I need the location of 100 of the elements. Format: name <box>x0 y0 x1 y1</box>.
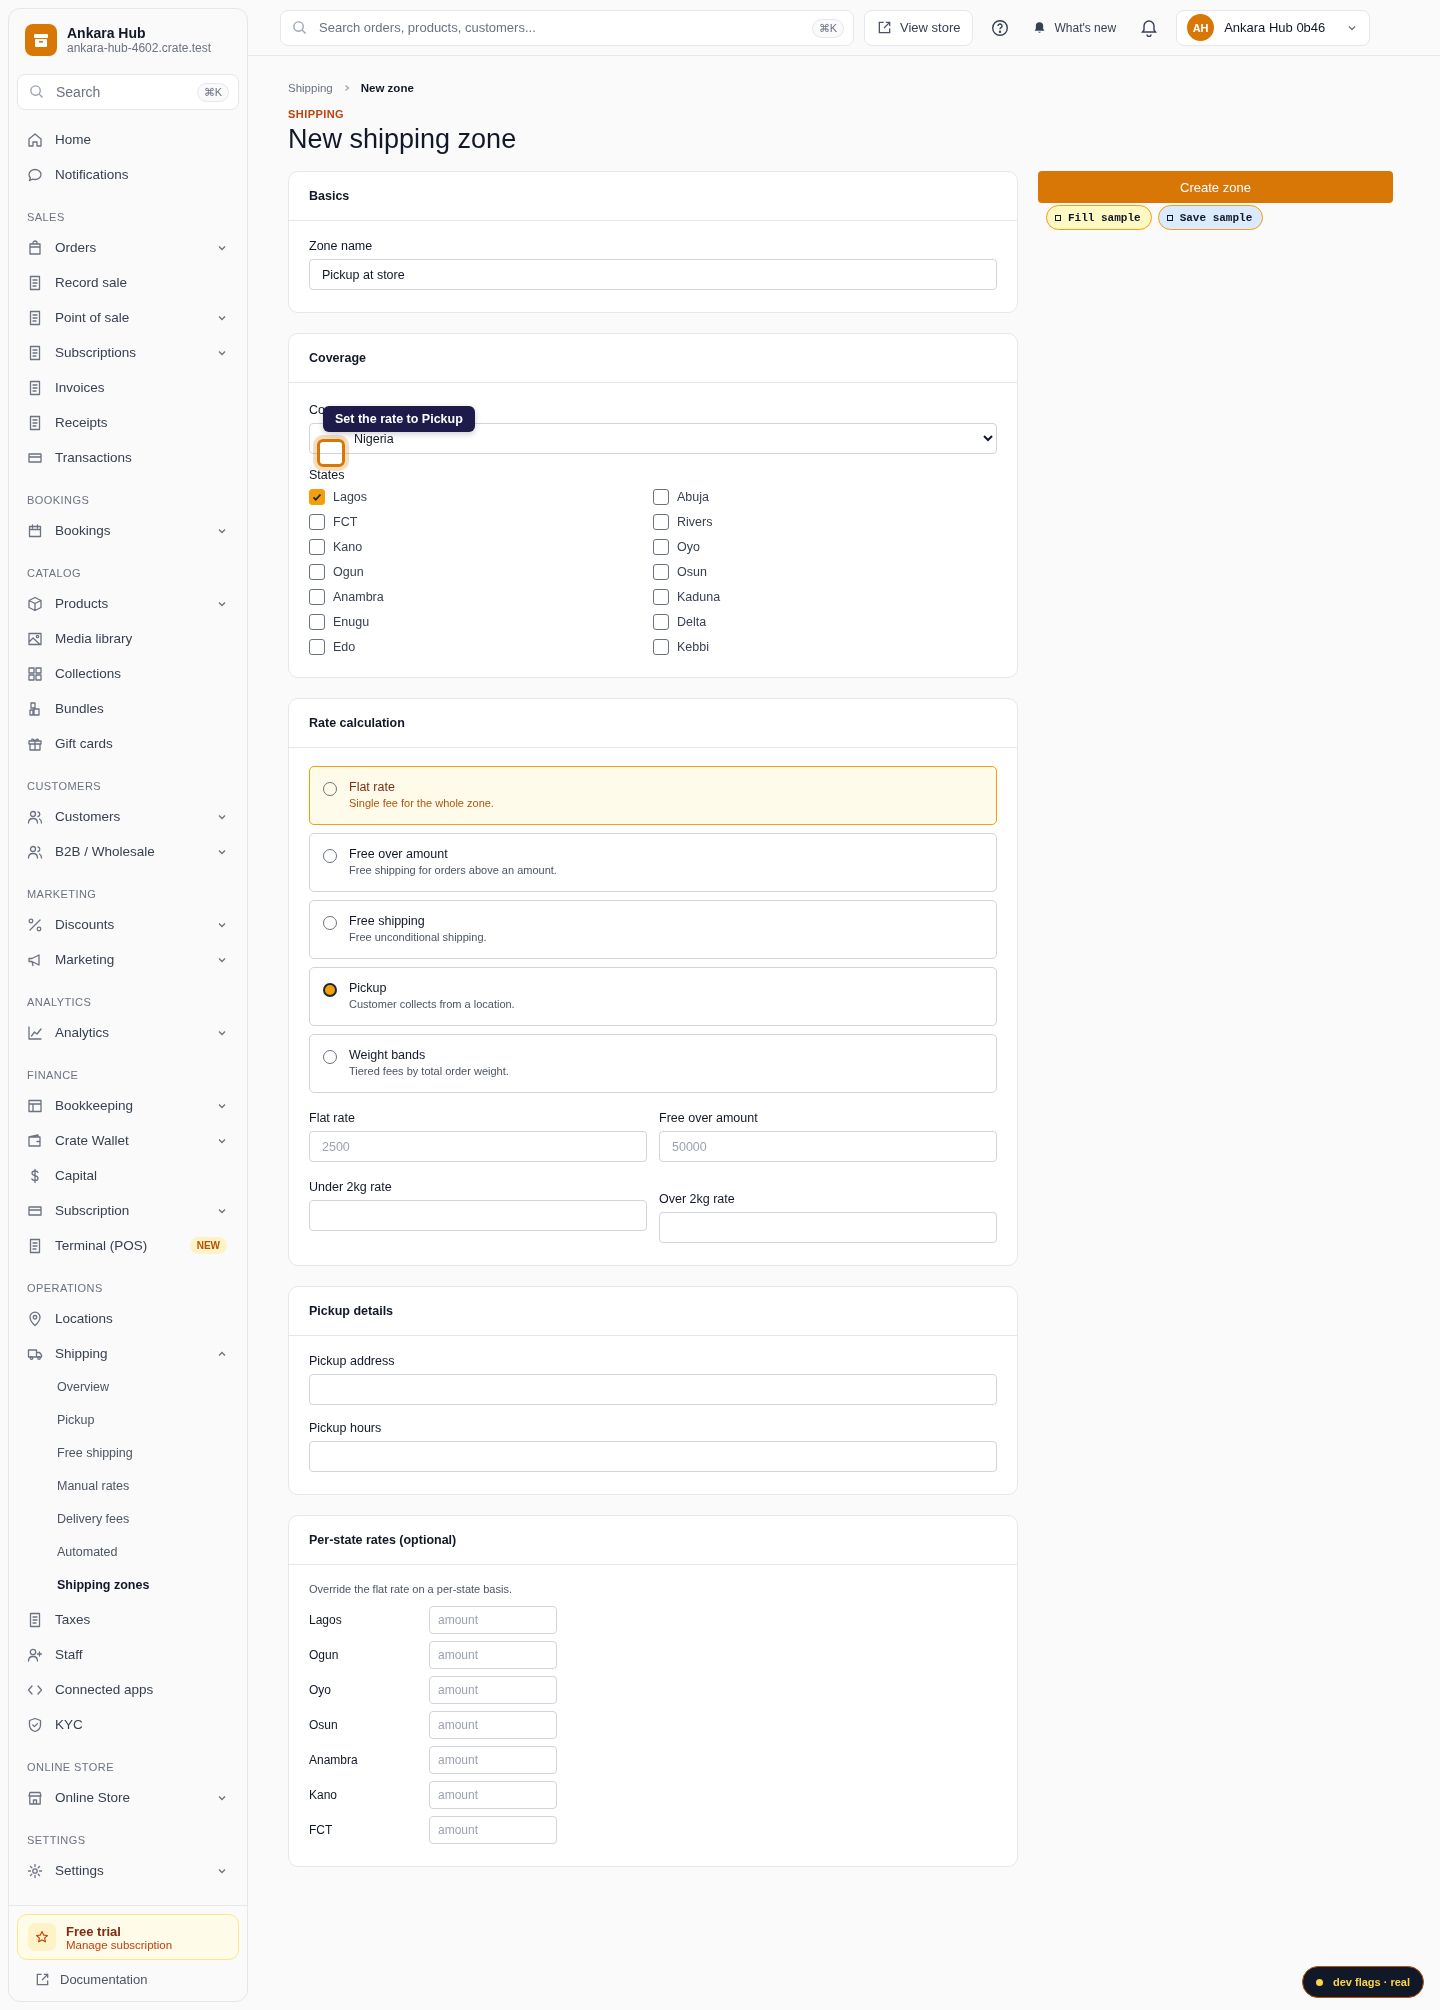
store-domain: ankara-hub-4602.crate.test <box>67 41 212 55</box>
nav-item[interactable]: Home <box>17 122 239 157</box>
nav-item[interactable]: Connected apps <box>17 1672 239 1707</box>
nav-item[interactable]: Collections <box>17 656 239 691</box>
chevron-icon <box>342 84 351 92</box>
page-title: New shipping zone <box>288 124 518 155</box>
view-store-button[interactable]: View store <box>864 9 974 46</box>
nav-item[interactable]: Receipts <box>17 405 239 440</box>
nav-item[interactable]: Terminal (POS) NEW <box>17 1228 239 1263</box>
nav-item[interactable]: Taxes <box>17 1602 239 1637</box>
amount-field[interactable]: amount <box>429 1606 557 1634</box>
option-description: Customer collects from a location. <box>349 998 515 1010</box>
checkbox[interactable] <box>309 588 325 605</box>
rate-field[interactable] <box>659 1212 997 1243</box>
checkbox[interactable] <box>653 538 669 555</box>
nav-subitem[interactable]: Manual rates <box>17 1470 239 1503</box>
field-label: Zone name <box>309 239 374 253</box>
zone-name-field[interactable]: Pickup at store <box>309 259 997 290</box>
nav-item[interactable]: Products <box>17 586 239 621</box>
nav-item[interactable]: Transactions <box>17 440 239 475</box>
nav-item[interactable]: KYC <box>17 1707 239 1742</box>
text-field[interactable] <box>309 1374 997 1405</box>
free-trial-card[interactable]: Free trial Manage subscription <box>17 1914 239 1960</box>
help-icon[interactable] <box>991 18 1010 37</box>
nav-item[interactable]: Customers <box>17 799 239 834</box>
nav-subitem[interactable]: Overview <box>17 1371 239 1404</box>
notifications-icon[interactable] <box>1140 18 1159 37</box>
checkbox[interactable] <box>653 588 669 605</box>
sample-button[interactable]: Fill sample <box>1046 205 1152 230</box>
nav-item[interactable]: B2B / Wholesale <box>17 834 239 869</box>
card-title: Per-state rates (optional) <box>289 1516 1017 1565</box>
nav-item[interactable]: Media library <box>17 621 239 656</box>
users-icon <box>27 808 43 825</box>
nav-item[interactable]: Record sale <box>17 265 239 300</box>
checkbox[interactable] <box>309 563 325 580</box>
nav-subitem[interactable]: Delivery fees <box>17 1503 239 1536</box>
nav-item[interactable]: Subscriptions <box>17 335 239 370</box>
amount-field[interactable]: amount <box>429 1816 557 1844</box>
nav-item[interactable]: Staff <box>17 1637 239 1672</box>
nav-item[interactable]: Subscription <box>17 1193 239 1228</box>
radio-button[interactable] <box>323 983 337 997</box>
nav-item[interactable]: Orders <box>17 230 239 265</box>
nav-subitem[interactable]: Automated <box>17 1536 239 1569</box>
checkbox[interactable] <box>309 638 325 655</box>
amount-field[interactable]: amount <box>429 1641 557 1669</box>
amount-field[interactable]: amount <box>429 1781 557 1809</box>
checkbox[interactable] <box>653 563 669 580</box>
nav-item[interactable]: Discounts <box>17 907 239 942</box>
rate-option[interactable]: Pickup Customer collects from a location. <box>309 967 997 1026</box>
nav-item[interactable]: Shipping <box>17 1336 239 1371</box>
nav-subitem[interactable]: Shipping zones <box>17 1569 239 1602</box>
nav-item[interactable]: Gift cards <box>17 726 239 761</box>
rate-option[interactable]: Free over amount Free shipping for orders above an amount. <box>309 833 997 892</box>
breadcrumb-link[interactable]: Shipping <box>288 82 333 94</box>
amount-field[interactable]: amount <box>429 1676 557 1704</box>
documentation-link[interactable]: Documentation <box>17 1960 239 1993</box>
rate-option[interactable]: Flat rate Single fee for the whole zone. <box>309 766 997 825</box>
account-menu[interactable]: AH Ankara Hub 0b46 <box>1176 9 1371 46</box>
nav-subitem[interactable]: Free shipping <box>17 1437 239 1470</box>
nav-item[interactable]: Bookings <box>17 513 239 548</box>
nav-item[interactable]: Marketing <box>17 942 239 977</box>
nav-item[interactable]: Online Store <box>17 1780 239 1815</box>
checkbox[interactable] <box>309 613 325 630</box>
checkbox-label: Kano <box>333 539 363 554</box>
nav-item[interactable]: Point of sale <box>17 300 239 335</box>
nav-item[interactable]: Crate Wallet <box>17 1123 239 1158</box>
checkbox[interactable] <box>653 638 669 655</box>
checkbox[interactable] <box>309 538 325 555</box>
rate-option[interactable]: Weight bands Tiered fees by total order weight. <box>309 1034 997 1093</box>
nav-item[interactable]: Settings <box>17 1853 239 1888</box>
checkbox[interactable] <box>309 488 325 505</box>
nav-item[interactable]: Bookkeeping <box>17 1088 239 1123</box>
rate-field[interactable]: 50000 <box>659 1131 997 1162</box>
nav-item[interactable]: Invoices <box>17 370 239 405</box>
checkbox[interactable] <box>653 513 669 530</box>
nav-item[interactable]: Analytics <box>17 1015 239 1050</box>
nav-item[interactable]: Locations <box>17 1301 239 1336</box>
text-field[interactable] <box>309 1441 997 1472</box>
checkbox[interactable] <box>653 488 669 505</box>
sample-button[interactable]: Save sample <box>1157 205 1264 230</box>
state-name: FCT <box>309 1823 334 1837</box>
rate-field[interactable]: 2500 <box>309 1131 647 1162</box>
section-heading: SETTINGS <box>26 1833 87 1848</box>
checkbox[interactable] <box>653 613 669 630</box>
rate-option[interactable]: Free shipping Free unconditional shipping. <box>309 900 997 959</box>
checkbox[interactable] <box>309 513 325 530</box>
nav-item[interactable]: Capital <box>17 1158 239 1193</box>
checkbox-label: FCT <box>333 514 358 529</box>
nav-item[interactable]: Bundles <box>17 691 239 726</box>
rate-field[interactable] <box>309 1200 647 1231</box>
manage-subscription-link[interactable]: Manage subscription <box>66 1938 173 1951</box>
checkbox-label: Abuja <box>677 489 709 504</box>
amount-field[interactable]: amount <box>429 1711 557 1739</box>
whats-new-button[interactable]: What's new <box>1027 20 1123 35</box>
nav-item[interactable]: Notifications <box>17 157 239 192</box>
amount-field[interactable]: amount <box>429 1746 557 1774</box>
page-eyebrow: SHIPPING <box>288 108 346 120</box>
nav-subitem[interactable]: Pickup <box>17 1404 239 1437</box>
gift-icon <box>27 735 43 752</box>
dev-flags-pill[interactable]: dev flags · real <box>1301 1966 1424 1998</box>
